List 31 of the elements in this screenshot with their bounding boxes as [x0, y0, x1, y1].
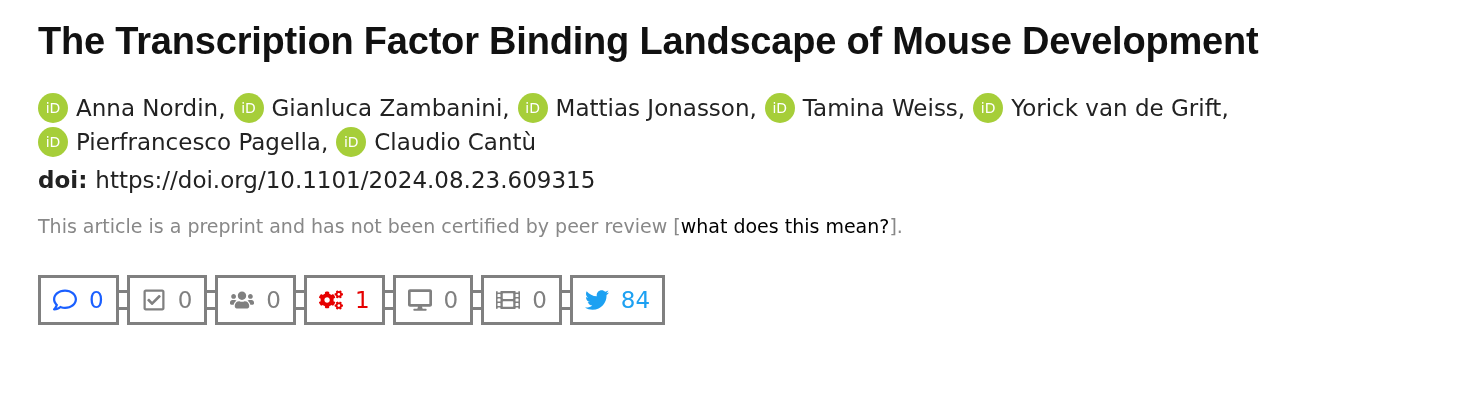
badge-connector: [384, 290, 393, 310]
film-icon: [496, 288, 521, 312]
info-link[interactable]: what does this mean?: [680, 215, 890, 237]
gears-icon: [318, 288, 343, 312]
metric-badge[interactable]: 1: [303, 275, 385, 325]
author-name: Pierfrancesco Pagella,: [76, 129, 329, 155]
speech-bubble-icon: [53, 288, 77, 312]
metric-badge[interactable]: 0: [126, 275, 208, 325]
author-name: Claudio Cantù: [374, 129, 537, 155]
monitor-icon: [407, 288, 432, 312]
badge-connector: [118, 290, 127, 310]
author-name: Anna Nordin,: [76, 95, 226, 121]
checkbox-icon: [141, 288, 166, 312]
article-title: The Transcription Factor Binding Landscape of Mouse Development: [38, 20, 1260, 63]
author-name: Mattias Jonasson,: [555, 95, 757, 121]
metric-badge[interactable]: 0: [481, 275, 562, 325]
preprint-notice: This article is a preprint and has not been certified by peer review [what does this mean?].: [38, 215, 904, 237]
badge-connector: [561, 290, 570, 310]
badge-connector: [207, 290, 216, 310]
badge-connector: [295, 290, 304, 310]
metric-badge[interactable]: 84: [569, 275, 666, 325]
metric-badge[interactable]: 0: [392, 275, 474, 325]
author-name: Gianluca Zambanini,: [271, 95, 510, 121]
metric-badge[interactable]: 0: [215, 275, 296, 325]
badge-connector: [473, 290, 482, 310]
metric-badge[interactable]: 0: [38, 275, 119, 325]
author-name: Tamina Weiss,: [802, 95, 966, 121]
bird-icon: [584, 288, 609, 312]
doi-label: doi:: [38, 167, 88, 193]
doi-link[interactable]: https://doi.org/10.1101/2024.08.23.609315: [95, 167, 596, 193]
author-name: Yorick van de Grift,: [1011, 95, 1229, 121]
